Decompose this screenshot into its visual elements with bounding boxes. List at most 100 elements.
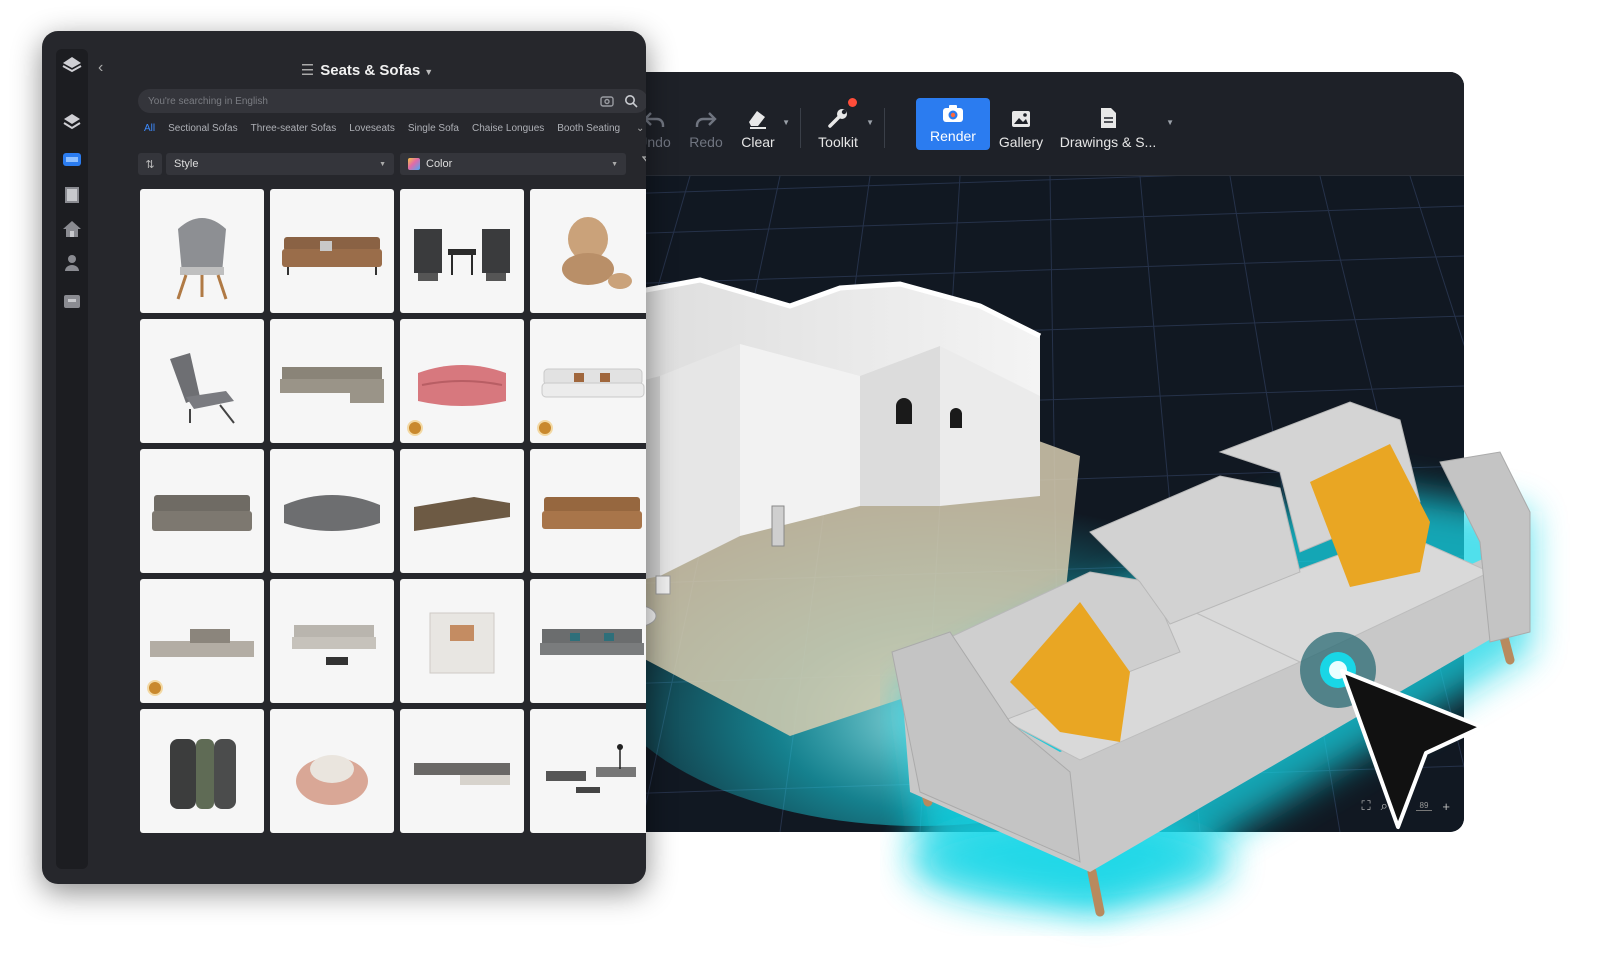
3d-viewport[interactable]: ⛶ ⌕ − 89 +: [560, 176, 1464, 832]
product-card[interactable]: [270, 579, 394, 703]
product-card[interactable]: [400, 189, 524, 313]
logo-icon: [62, 57, 82, 73]
brown-sofa-thumbnail: [282, 237, 382, 275]
clear-label: Clear: [741, 134, 775, 150]
arched-window: [950, 408, 962, 428]
clear-dropdown-caret[interactable]: ▼: [782, 118, 790, 127]
product-card[interactable]: [270, 189, 394, 313]
product-card[interactable]: [530, 319, 646, 443]
sculptural-chair-thumbnail: [562, 217, 632, 289]
long-sofa-thumbnail: [540, 629, 644, 655]
tab-booth-seating[interactable]: Booth Seating: [557, 123, 620, 143]
document-icon: [1101, 108, 1116, 128]
product-card[interactable]: [530, 579, 646, 703]
product-grid: [140, 189, 646, 849]
curved-sofa-thumbnail: [284, 495, 380, 531]
tab-loveseats[interactable]: Loveseats: [349, 123, 395, 143]
tabs-expand-chevron-icon[interactable]: ⌄: [636, 123, 644, 134]
style-select[interactable]: Style ▼: [166, 153, 394, 175]
modular-sofa-thumbnail: [414, 497, 510, 531]
cabinet-icon[interactable]: [62, 185, 82, 205]
redo-label: Redo: [689, 134, 723, 150]
panel-title[interactable]: ☰ Seats & Sofas ▼: [88, 61, 646, 79]
toolbar: Undo Redo Clear ▼ Toolkit ▼ Render Galle…: [560, 72, 1464, 176]
tab-chaise-longues[interactable]: Chaise Longues: [472, 123, 544, 143]
drawings-dropdown-caret[interactable]: ▼: [1166, 118, 1174, 127]
drawings-button[interactable]: Drawings & S... ▼: [1056, 98, 1174, 150]
toolkit-label: Toolkit: [818, 134, 858, 150]
tab-sectional-sofas[interactable]: Sectional Sofas: [168, 123, 238, 143]
toolkit-dropdown-caret[interactable]: ▼: [866, 118, 874, 127]
inner-wall: [660, 344, 740, 576]
gallery-icon: [1012, 111, 1030, 127]
tab-all[interactable]: All: [144, 123, 155, 143]
grey-sofa-thumbnail: [152, 495, 252, 531]
drawings-label: Drawings & S...: [1059, 134, 1157, 150]
product-card[interactable]: [270, 449, 394, 573]
search-bar: [138, 89, 646, 113]
gallery-label: Gallery: [998, 134, 1044, 150]
recliner-thumbnail: [170, 353, 235, 424]
box-icon[interactable]: [62, 291, 82, 311]
filter-icon[interactable]: [642, 155, 646, 169]
inner-wall: [740, 344, 860, 536]
sort-button[interactable]: ⇅: [138, 153, 162, 175]
sort-icon: ⇅: [145, 158, 155, 171]
product-card[interactable]: [270, 709, 394, 833]
ottoman-thumbnail: [170, 739, 236, 809]
mouse-pointer-icon: [1340, 669, 1484, 829]
color-select[interactable]: Color ▼: [400, 153, 626, 175]
product-card[interactable]: [530, 709, 646, 833]
floor-plan-3d-scene: [560, 176, 1464, 832]
category-tabs: All Sectional Sofas Three-seater Sofas L…: [144, 123, 646, 143]
product-card[interactable]: [140, 449, 264, 573]
chevron-down-icon: ▼: [379, 160, 386, 168]
corner-sofa-thumbnail: [414, 763, 510, 785]
search-input[interactable]: [148, 95, 590, 107]
armchair-thumbnail: [176, 218, 228, 300]
chevron-down-icon: ▼: [424, 67, 434, 77]
sofa-category-icon[interactable]: [62, 149, 82, 169]
camera-search-icon[interactable]: [600, 95, 614, 107]
premium-badge-icon: [147, 680, 163, 696]
product-card[interactable]: [400, 709, 524, 833]
render-button[interactable]: Render: [916, 98, 990, 150]
editor-window: Undo Redo Clear ▼ Toolkit ▼ Render Galle…: [560, 72, 1464, 832]
toolbar-divider: [884, 108, 885, 148]
eraser-icon: [749, 111, 766, 129]
panel-title-text: Seats & Sofas: [320, 62, 421, 79]
product-card[interactable]: [270, 319, 394, 443]
chevron-down-icon: ▼: [611, 160, 618, 168]
notification-dot: [848, 98, 857, 107]
layers-icon[interactable]: [62, 111, 82, 131]
catalog-main: ‹ ☰Seats & Sofas▼ All Sectional Sofas Th…: [88, 31, 646, 884]
product-card[interactable]: [530, 449, 646, 573]
beanbag-thumbnail: [296, 755, 368, 805]
product-card[interactable]: [400, 579, 524, 703]
tab-single-sofa[interactable]: Single Sofa: [408, 123, 459, 143]
toolbar-divider: [800, 108, 801, 148]
toilet: [655, 575, 671, 595]
clear-button[interactable]: Clear ▼: [740, 98, 790, 150]
door: [771, 505, 785, 547]
premium-badge-icon: [407, 420, 423, 436]
gallery-button[interactable]: Gallery: [996, 98, 1046, 150]
product-card[interactable]: [140, 579, 264, 703]
redo-button[interactable]: Redo: [688, 98, 724, 150]
tufted-sofa-thumbnail: [542, 497, 642, 529]
product-card[interactable]: [140, 709, 264, 833]
render-label: Render: [930, 128, 976, 144]
house-icon[interactable]: [62, 219, 82, 239]
arched-window: [896, 398, 912, 424]
product-card[interactable]: [400, 319, 524, 443]
search-icon[interactable]: [624, 94, 638, 108]
tab-three-seater-sofas[interactable]: Three-seater Sofas: [251, 123, 337, 143]
color-select-label: Color: [426, 158, 453, 170]
product-card[interactable]: [400, 449, 524, 573]
sectional-sofa-thumbnail: [280, 367, 384, 403]
product-card[interactable]: [140, 319, 264, 443]
product-card[interactable]: [530, 189, 646, 313]
undo-icon: [643, 112, 665, 127]
user-icon[interactable]: [62, 253, 82, 273]
product-card[interactable]: [140, 189, 264, 313]
